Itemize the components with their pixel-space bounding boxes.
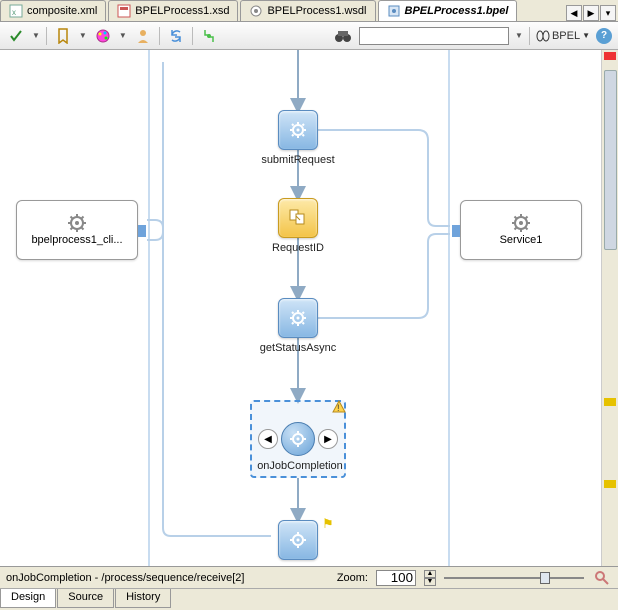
assign-icon <box>288 208 308 228</box>
tab-label: BPELProcess1.xsd <box>135 5 229 17</box>
overview-marker-warning[interactable] <box>604 480 616 488</box>
zoom-spin-up[interactable]: ▲ <box>424 570 436 578</box>
step-next-button[interactable]: ▶ <box>318 429 338 449</box>
receive-icon <box>281 422 315 456</box>
status-bar: onJobCompletion - /process/sequence/rece… <box>0 566 618 588</box>
zoom-slider[interactable] <box>444 570 584 586</box>
activity-reply[interactable] <box>278 520 318 560</box>
view-tab-design[interactable]: Design <box>0 589 56 608</box>
help-icon[interactable]: ? <box>596 28 612 44</box>
view-tab-history[interactable]: History <box>115 589 171 608</box>
overview-marker-error[interactable] <box>604 52 616 60</box>
dropdown-icon[interactable]: ▼ <box>119 31 127 40</box>
svg-text:!: ! <box>337 403 340 413</box>
editor-view-tabs: Design Source History <box>0 588 618 608</box>
partner-label: Service1 <box>500 234 543 246</box>
slider-thumb[interactable] <box>540 572 550 584</box>
gear-icon <box>289 121 307 139</box>
xml-file-icon: x <box>9 4 23 18</box>
activity-label: onJobCompletion <box>252 460 348 472</box>
activity-label: getStatusAsync <box>255 342 341 354</box>
editor-toolbar: ▼ ▼ ▼ ▼ BPEL ▼ ? <box>0 22 618 50</box>
tab-composite-xml[interactable]: x composite.xml <box>0 0 106 21</box>
wsdl-file-icon <box>249 4 263 18</box>
warning-icon: ! <box>332 400 346 414</box>
scrollbar-thumb[interactable] <box>604 70 617 250</box>
partner-label: bpelprocess1_cli... <box>31 234 122 246</box>
bpel-file-icon <box>387 4 401 18</box>
xsd-file-icon <box>117 4 131 18</box>
partner-link-client[interactable]: bpelprocess1_cli... <box>16 200 138 260</box>
status-path: onJobCompletion - /process/sequence/rece… <box>6 572 329 584</box>
validate-button[interactable] <box>6 26 26 46</box>
activity-submit-request[interactable] <box>278 110 318 150</box>
activity-on-job-completion[interactable]: ◀ ▶ ! onJobCompletion <box>250 400 346 478</box>
flag-icon: ⚑ <box>322 516 334 532</box>
activity-get-status-async[interactable] <box>278 298 318 338</box>
bookmark-button[interactable] <box>53 26 73 46</box>
person-button[interactable] <box>133 26 153 46</box>
dropdown-icon[interactable]: ▼ <box>79 31 87 40</box>
partner-connector-icon[interactable] <box>138 225 146 237</box>
tab-xsd[interactable]: BPELProcess1.xsd <box>108 0 238 21</box>
vertical-scrollbar[interactable] <box>601 50 618 566</box>
fit-to-window-button[interactable] <box>592 568 612 588</box>
tab-prev-button[interactable]: ◀ <box>566 5 582 21</box>
design-canvas-wrap: bpelprocess1_cli... Service1 <box>0 50 618 566</box>
gear-icon <box>289 531 307 549</box>
dropdown-icon[interactable]: ▼ <box>515 31 523 40</box>
tab-bpel[interactable]: BPELProcess1.bpel <box>378 0 518 21</box>
zoom-input[interactable] <box>376 570 416 586</box>
view-tab-source[interactable]: Source <box>57 589 114 608</box>
tab-wsdl[interactable]: BPELProcess1.wsdl <box>240 0 375 21</box>
editor-tab-bar: x composite.xml BPELProcess1.xsd BPELPro… <box>0 0 618 22</box>
activity-label: submitRequest <box>258 154 338 166</box>
search-input[interactable] <box>359 27 509 45</box>
tab-list-button[interactable]: ▾ <box>600 5 616 21</box>
zoom-label: Zoom: <box>337 572 368 584</box>
overview-marker-warning[interactable] <box>604 398 616 406</box>
gear-icon <box>68 214 86 232</box>
tab-label: composite.xml <box>27 5 97 17</box>
activity-request-id[interactable] <box>278 198 318 238</box>
tab-nav-controls: ◀ ▶ ▾ <box>566 5 616 21</box>
palette-button[interactable] <box>93 26 113 46</box>
dropdown-icon[interactable]: ▼ <box>32 31 40 40</box>
activity-label: RequestID <box>268 242 328 254</box>
design-canvas[interactable]: bpelprocess1_cli... Service1 <box>0 50 600 566</box>
partner-link-service1[interactable]: Service1 <box>460 200 582 260</box>
tab-label: BPELProcess1.bpel <box>405 5 509 17</box>
binoculars-icon[interactable] <box>333 26 353 46</box>
step-prev-button[interactable]: ◀ <box>258 429 278 449</box>
tab-next-button[interactable]: ▶ <box>583 5 599 21</box>
tab-label: BPELProcess1.wsdl <box>267 5 366 17</box>
gear-icon <box>512 214 530 232</box>
refresh-partners-button[interactable] <box>166 26 186 46</box>
partner-connector-icon[interactable] <box>452 225 460 237</box>
monitor-button[interactable] <box>199 26 219 46</box>
svg-text:x: x <box>12 8 16 17</box>
gear-icon <box>289 309 307 327</box>
zoom-spin-down[interactable]: ▼ <box>424 578 436 586</box>
bpel-mode-label[interactable]: BPEL ▼ <box>536 30 590 42</box>
